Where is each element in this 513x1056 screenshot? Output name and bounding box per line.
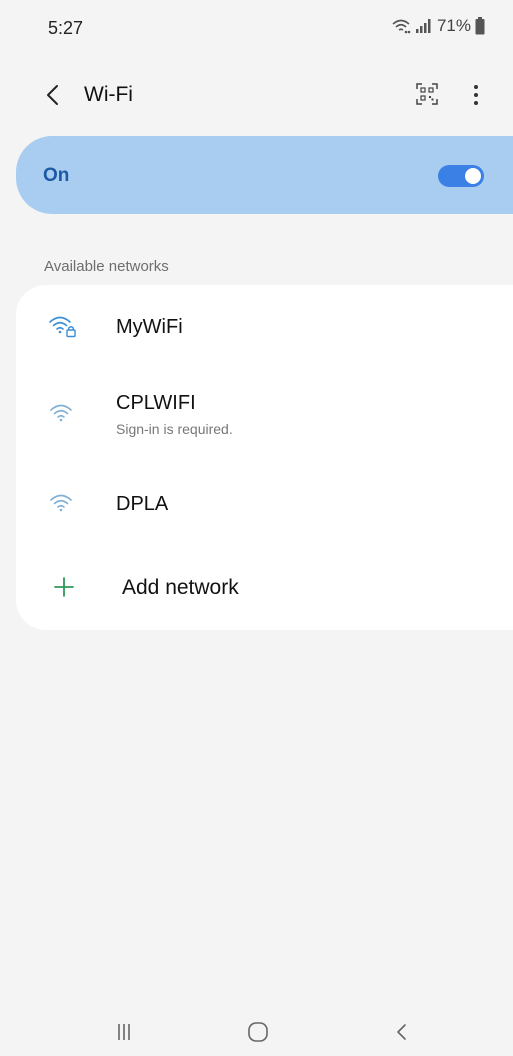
wifi-icon — [50, 494, 72, 512]
wifi-lock-icon — [49, 316, 76, 338]
status-icons: 71% — [391, 16, 485, 36]
network-list: MyWiFi CPLWIFI Sign-in is required. DPLA — [16, 285, 513, 630]
home-icon[interactable] — [247, 1020, 269, 1044]
network-item-mywifi[interactable]: MyWiFi — [16, 285, 513, 369]
wifi-toggle-row[interactable]: On — [16, 136, 513, 214]
network-status-text: Sign-in is required. — [116, 421, 233, 437]
add-network-label: Add network — [122, 576, 239, 599]
wifi-toggle-label: On — [43, 165, 70, 186]
plus-icon — [54, 577, 74, 597]
wifi-icon — [50, 404, 72, 422]
recents-icon[interactable] — [112, 1020, 136, 1044]
network-item-dpla[interactable]: DPLA — [16, 461, 513, 545]
network-name: CPLWIFI — [116, 392, 196, 414]
switch-knob — [465, 168, 481, 184]
more-vertical-icon[interactable] — [466, 81, 486, 109]
network-name: MyWiFi — [116, 316, 183, 338]
app-header: Wi-Fi — [0, 72, 513, 116]
network-name: DPLA — [116, 493, 169, 515]
qr-code-scan-icon[interactable] — [414, 81, 440, 107]
wifi-icon — [392, 19, 411, 34]
page-title: Wi-Fi — [84, 83, 133, 106]
back-icon[interactable] — [392, 1020, 412, 1044]
battery-icon — [475, 17, 485, 35]
status-time: 5:27 — [48, 18, 84, 38]
network-item-cplwifi[interactable]: CPLWIFI Sign-in is required. — [16, 369, 513, 461]
battery-percent: 71% — [436, 16, 471, 35]
signal-icon — [415, 19, 431, 33]
add-network-button[interactable]: Add network — [16, 545, 513, 629]
chevron-left-icon[interactable] — [38, 80, 68, 110]
system-nav-bar — [0, 1000, 513, 1056]
wifi-switch[interactable] — [438, 165, 484, 187]
wifi-settings-screen: 5:27 71% Wi-Fi On Available networks MyW… — [0, 0, 513, 1056]
available-networks-label: Available networks — [44, 258, 169, 275]
status-bar: 5:27 71% — [0, 0, 513, 56]
